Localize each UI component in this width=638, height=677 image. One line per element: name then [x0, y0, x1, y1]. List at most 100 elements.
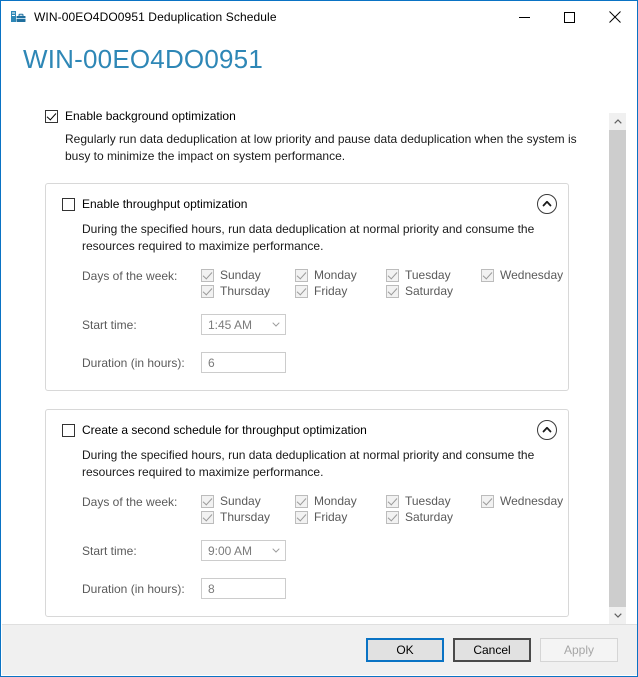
scrollbar-thumb[interactable]	[609, 130, 626, 607]
chevron-up-icon	[613, 119, 622, 124]
create-second-schedule-row[interactable]: Create a second schedule for throughput …	[62, 423, 552, 437]
day2-checkbox-monday[interactable]: Monday	[295, 494, 386, 508]
second-schedule-start-time-row: Start time: 9:00 AM	[82, 540, 552, 561]
day2-checkbox-sunday-box[interactable]	[201, 495, 214, 508]
vertical-scrollbar[interactable]	[609, 113, 626, 624]
title-bar: WIN-00EO4DO0951 Deduplication Schedule	[1, 1, 637, 33]
throughput-duration-row: Duration (in hours): 6	[82, 352, 552, 373]
dedup-server-icon	[10, 9, 26, 25]
chevron-down-icon	[613, 613, 622, 618]
day-label-sunday: Sunday	[220, 268, 261, 282]
day-label-wednesday: Wednesday	[500, 268, 564, 282]
content-scroll-area: Enable background optimization Regularly…	[2, 93, 637, 625]
window-title: WIN-00EO4DO0951 Deduplication Schedule	[34, 10, 277, 24]
enable-background-optimization-label: Enable background optimization	[65, 109, 236, 123]
day2-checkbox-tuesday[interactable]: Tuesday	[386, 494, 481, 508]
create-second-schedule-label: Create a second schedule for throughput …	[82, 423, 367, 437]
day-checkbox-sunday[interactable]: Sunday	[201, 268, 295, 282]
page-title: WIN-00EO4DO0951	[23, 44, 263, 74]
throughput-days-row: Days of the week: Sunday Monday Tuesday …	[82, 268, 563, 298]
ok-button[interactable]: OK	[366, 638, 444, 662]
throughput-start-time-label: Start time:	[82, 317, 137, 332]
day2-label-friday: Friday	[314, 510, 348, 524]
scrollbar-down-button[interactable]	[609, 607, 626, 624]
cancel-button[interactable]: Cancel	[453, 638, 531, 662]
second-schedule-description: During the specified hours, run data ded…	[82, 448, 535, 479]
day2-checkbox-thursday[interactable]: Thursday	[201, 510, 295, 524]
enable-background-optimization-checkbox[interactable]	[45, 110, 58, 123]
throughput-panel-collapse-button[interactable]	[536, 193, 558, 215]
maximize-button[interactable]	[547, 2, 592, 33]
throughput-duration-label: Duration (in hours):	[82, 355, 185, 370]
throughput-optimization-description: During the specified hours, run data ded…	[82, 222, 535, 253]
day2-checkbox-friday[interactable]: Friday	[295, 510, 386, 524]
apply-button[interactable]: Apply	[540, 638, 618, 662]
day2-checkbox-sunday[interactable]: Sunday	[201, 494, 295, 508]
second-schedule-duration-label: Duration (in hours):	[82, 581, 185, 596]
second-schedule-duration-row: Duration (in hours): 8	[82, 578, 552, 599]
background-optimization-section: Enable background optimization Regularly…	[2, 93, 612, 165]
throughput-start-time-value: 1:45 AM	[208, 317, 253, 332]
second-schedule-duration-value: 8	[208, 581, 215, 596]
day2-checkbox-tuesday-box[interactable]	[386, 495, 399, 508]
second-schedule-days-grid: Sunday Monday Tuesday Wednesday Thursday…	[201, 494, 563, 524]
day-checkbox-monday[interactable]: Monday	[295, 268, 386, 282]
create-second-schedule-checkbox[interactable]	[62, 424, 75, 437]
minimize-button[interactable]	[502, 2, 547, 33]
enable-throughput-optimization-checkbox[interactable]	[62, 198, 75, 211]
minimize-icon	[519, 16, 530, 18]
chevron-up-circle-icon	[537, 194, 557, 214]
second-schedule-start-time-label: Start time:	[82, 543, 137, 558]
close-button[interactable]	[592, 2, 637, 33]
second-schedule-days-row: Days of the week: Sunday Monday Tuesday …	[82, 494, 563, 524]
day2-label-monday: Monday	[314, 494, 357, 508]
day2-checkbox-thursday-box[interactable]	[201, 511, 214, 524]
day2-checkbox-saturday[interactable]: Saturday	[386, 510, 481, 524]
chevron-up-circle-icon	[537, 420, 557, 440]
throughput-days-grid: Sunday Monday Tuesday Wednesday Thursday…	[201, 268, 563, 298]
day-checkbox-sunday-box[interactable]	[201, 269, 214, 282]
second-schedule-panel: Create a second schedule for throughput …	[45, 409, 569, 617]
enable-throughput-optimization-row[interactable]: Enable throughput optimization	[62, 197, 552, 211]
day-checkbox-thursday[interactable]: Thursday	[201, 284, 295, 298]
day-checkbox-tuesday-box[interactable]	[386, 269, 399, 282]
second-schedule-duration-input[interactable]: 8	[201, 578, 286, 599]
content-inner: Enable background optimization Regularly…	[2, 93, 612, 617]
day2-checkbox-friday-box[interactable]	[295, 511, 308, 524]
second-schedule-start-time-value: 9:00 AM	[208, 543, 253, 558]
throughput-days-label: Days of the week:	[82, 269, 178, 283]
day2-checkbox-wednesday-box[interactable]	[481, 495, 494, 508]
close-icon	[608, 11, 621, 23]
day-checkbox-thursday-box[interactable]	[201, 285, 214, 298]
day2-label-saturday: Saturday	[405, 510, 454, 524]
second-schedule-days-label: Days of the week:	[82, 495, 178, 509]
day-label-saturday: Saturday	[405, 284, 454, 298]
day-checkbox-friday[interactable]: Friday	[295, 284, 386, 298]
second-schedule-collapse-button[interactable]	[536, 419, 558, 441]
day-checkbox-wednesday[interactable]: Wednesday	[481, 268, 563, 282]
chevron-down-icon	[271, 548, 281, 553]
enable-throughput-optimization-label: Enable throughput optimization	[82, 197, 248, 211]
maximize-icon	[564, 11, 575, 23]
day-checkbox-tuesday[interactable]: Tuesday	[386, 268, 481, 282]
throughput-start-time-row: Start time: 1:45 AM	[82, 314, 552, 335]
enable-background-optimization-row[interactable]: Enable background optimization	[45, 109, 612, 123]
dialog-button-bar: OK Cancel Apply	[2, 624, 637, 675]
day-checkbox-friday-box[interactable]	[295, 285, 308, 298]
day-checkbox-wednesday-box[interactable]	[481, 269, 494, 282]
day-checkbox-saturday-box[interactable]	[386, 285, 399, 298]
day2-checkbox-wednesday[interactable]: Wednesday	[481, 494, 563, 508]
throughput-duration-input[interactable]: 6	[201, 352, 286, 373]
day-checkbox-saturday[interactable]: Saturday	[386, 284, 481, 298]
day2-label-tuesday: Tuesday	[405, 494, 451, 508]
day-checkbox-monday-box[interactable]	[295, 269, 308, 282]
chevron-down-icon	[271, 322, 281, 327]
second-schedule-start-time-select[interactable]: 9:00 AM	[201, 540, 286, 561]
scrollbar-up-button[interactable]	[609, 113, 626, 130]
day2-checkbox-monday-box[interactable]	[295, 495, 308, 508]
throughput-optimization-panel: Enable throughput optimization During th…	[45, 183, 569, 391]
day-label-thursday: Thursday	[220, 284, 271, 298]
day2-label-wednesday: Wednesday	[500, 494, 564, 508]
throughput-start-time-select[interactable]: 1:45 AM	[201, 314, 286, 335]
day2-checkbox-saturday-box[interactable]	[386, 511, 399, 524]
